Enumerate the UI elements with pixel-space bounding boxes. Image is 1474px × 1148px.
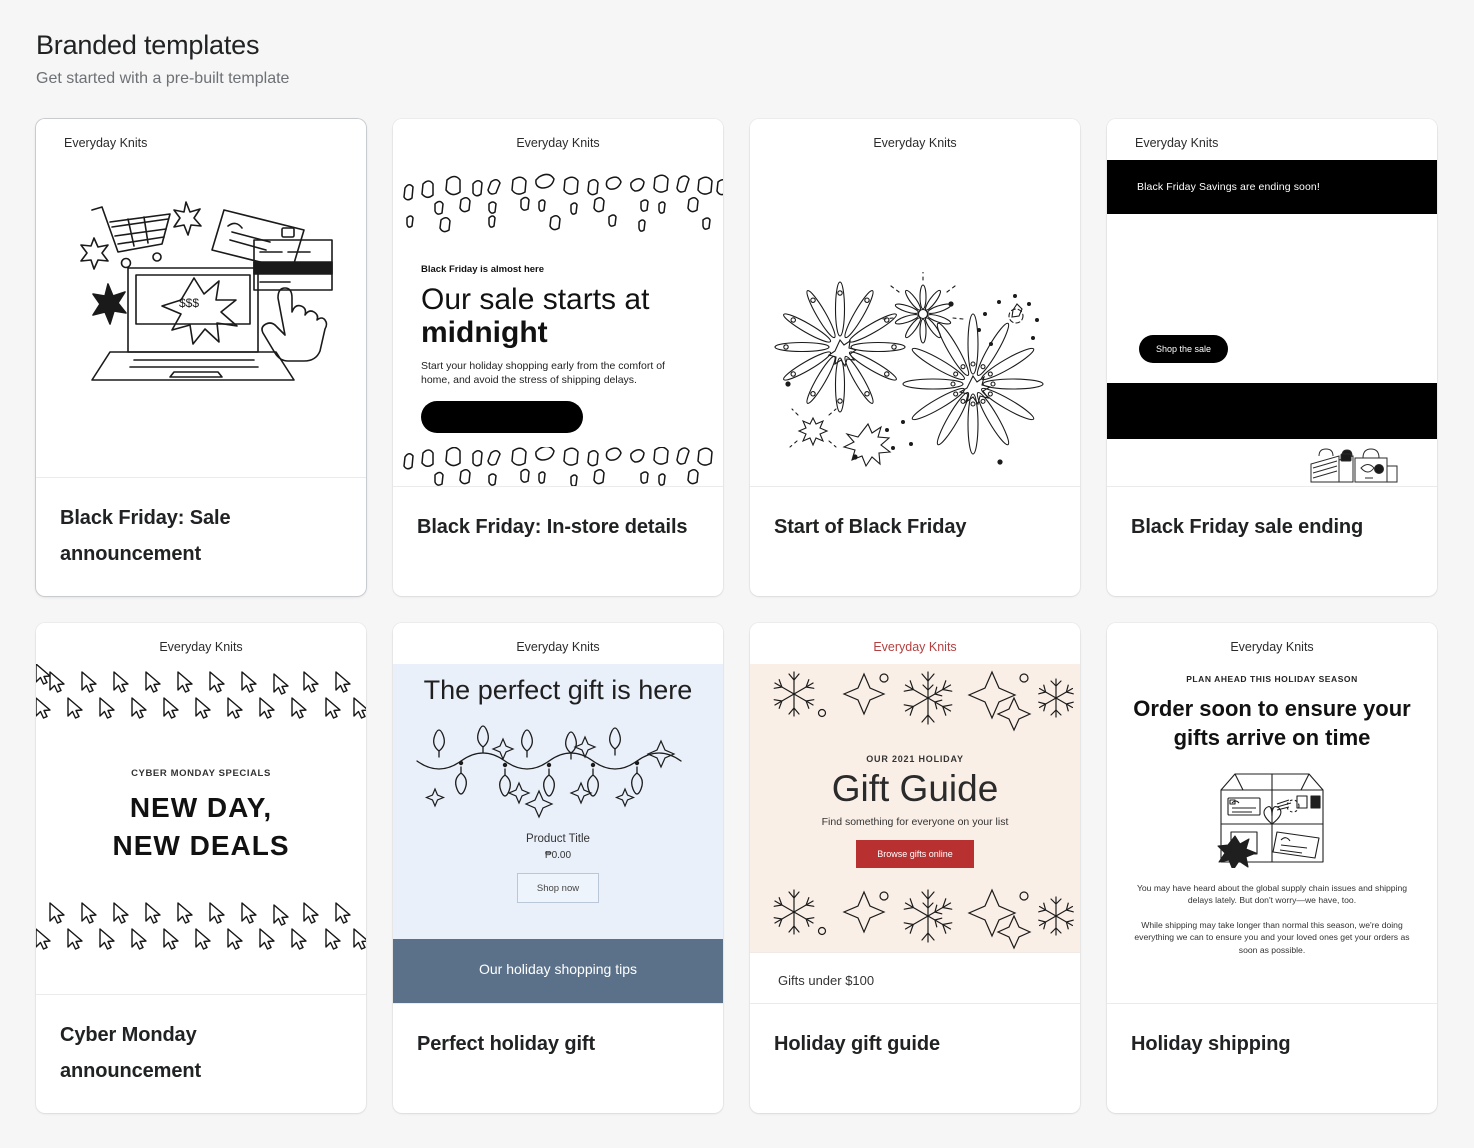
eyebrow-text: CYBER MONDAY SPECIALS [131, 768, 271, 779]
card-body: Black Friday is almost here Our sale sta… [393, 248, 723, 433]
card-title: Cyber Monday announcement [60, 1024, 202, 1082]
cta-wrapper: Shop the sale [1107, 335, 1437, 364]
cursor-arrow-border-bottom [36, 895, 366, 965]
shop-now-button[interactable]: Shop now [517, 873, 599, 903]
headline: NEW DAY, NEW DEALS [36, 789, 366, 865]
brand-name: Everyday Knits [159, 640, 243, 654]
shopping-bags-illustration [1107, 439, 1437, 486]
snowflakes-border-top [750, 668, 1080, 734]
template-card-black-friday-in-store-details[interactable]: Everyday Knits Black Friday is almost he… [393, 119, 723, 596]
black-block [1107, 383, 1437, 440]
card-title: Black Friday sale ending [1131, 516, 1364, 538]
headline: Order soon to ensure your gifts arrive o… [1133, 696, 1411, 750]
laptop-shopping-illustration: $$$ [36, 160, 366, 477]
headline-line-1: Our sale starts at [421, 283, 650, 316]
cta-button[interactable] [421, 401, 583, 433]
template-card-holiday-gift-guide[interactable]: Everyday Knits OUR 2021 HOLIDAY Gift Gui… [750, 623, 1080, 1113]
card-footer: Holiday gift guide [750, 1003, 1080, 1113]
template-preview: Everyday Knits [750, 623, 1080, 1003]
card-title: Start of Black Friday [774, 516, 967, 538]
template-card-holiday-shipping[interactable]: Everyday Knits PLAN AHEAD THIS HOLIDAY S… [1107, 623, 1437, 1113]
card-footer: Black Friday: In-store details [393, 486, 723, 596]
template-preview: Everyday Knits [36, 623, 366, 994]
spacer [1107, 213, 1437, 336]
card-title: Holiday shipping [1131, 1033, 1291, 1055]
headline: The perfect gift is here [423, 675, 693, 705]
headline-line-1: NEW DAY, [129, 792, 273, 823]
subheading: Find something for everyone on your list [821, 816, 1009, 828]
template-preview: Everyday Knits [750, 119, 1080, 486]
card-footer: Black Friday: Sale announcement [36, 477, 366, 596]
brand-name: Everyday Knits [873, 640, 957, 654]
fireworks-illustration [750, 160, 1080, 486]
template-card-cyber-monday-announcement[interactable]: Everyday Knits CYBER MONDAY SPECIALS NEW… [36, 623, 366, 1113]
template-card-black-friday-sale-announcement[interactable]: Everyday Knits $$$ Black Friday: Sale an… [36, 119, 366, 596]
page-subtitle: Get started with a pre-built template [36, 70, 290, 87]
headline-line-2: NEW DEALS [112, 830, 290, 861]
body-text-1: You may have heard about the global supp… [1136, 883, 1408, 906]
card-footer: Perfect holiday gift [393, 1003, 723, 1113]
page-header: Branded templates Get started with a pre… [36, 28, 1438, 90]
section-label: Gifts under $100 [750, 952, 1080, 1003]
card-footer: Holiday shipping [1107, 1003, 1437, 1113]
snowflakes-border-bottom [750, 886, 1080, 952]
brand-name: Everyday Knits [1135, 136, 1219, 150]
template-preview: Everyday Knits [36, 119, 366, 477]
card-title: Holiday gift guide [774, 1033, 940, 1055]
gift-panel: The perfect gift is here Product Title ₱… [393, 664, 723, 939]
body-text: Start your holiday shopping early from t… [421, 360, 665, 386]
card-title: Black Friday: Sale announcement [60, 507, 231, 565]
template-card-perfect-holiday-gift[interactable]: Everyday Knits The perfect gift is here [393, 623, 723, 1113]
headline: Gift Guide [831, 768, 999, 809]
template-preview: Everyday Knits Black Friday Savings are … [1107, 119, 1437, 486]
eyebrow-text: PLAN AHEAD THIS HOLIDAY SEASON [1186, 674, 1358, 684]
headline-line-2: midnight [421, 316, 548, 349]
brand-name: Everyday Knits [64, 136, 148, 150]
product-price: ₱0.00 [544, 850, 572, 861]
headline: Our sale starts at midnight [421, 283, 695, 349]
template-preview: Everyday Knits [393, 119, 723, 486]
card-title: Perfect holiday gift [417, 1033, 596, 1055]
gift-guide-panel: OUR 2021 HOLIDAY Gift Guide Find somethi… [750, 664, 1080, 952]
cursor-arrow-border-top [36, 664, 366, 734]
card-footer: Cyber Monday announcement [36, 994, 366, 1113]
brand-name: Everyday Knits [1230, 640, 1314, 654]
card-footer: Black Friday sale ending [1107, 486, 1437, 596]
template-preview: Everyday Knits The perfect gift is here [393, 623, 723, 1003]
card-footer: Start of Black Friday [750, 486, 1080, 596]
confetti-border-top [393, 160, 723, 248]
product-title: Product Title [526, 833, 590, 845]
shop-the-sale-button[interactable]: Shop the sale [1139, 335, 1229, 364]
templates-page: Branded templates Get started with a pre… [0, 0, 1474, 1113]
browse-gifts-button[interactable]: Browse gifts online [856, 840, 974, 868]
parcel-box-illustration [1107, 766, 1437, 868]
svg-text:$$$: $$$ [179, 296, 199, 310]
holiday-tips-banner: Our holiday shopping tips [393, 939, 723, 1003]
eyebrow-text: Black Friday is almost here [421, 264, 545, 275]
promo-banner: Black Friday Savings are ending soon! [1107, 160, 1437, 214]
string-lights-illustration [415, 713, 701, 825]
eyebrow-text: OUR 2021 HOLIDAY [866, 754, 964, 764]
card-title: Black Friday: In-store details [417, 516, 688, 538]
template-card-start-of-black-friday[interactable]: Everyday Knits Start of Black Friday [750, 119, 1080, 596]
confetti-border-bottom [393, 447, 723, 486]
page-title: Branded templates [36, 30, 260, 60]
template-card-black-friday-sale-ending[interactable]: Everyday Knits Black Friday Savings are … [1107, 119, 1437, 596]
brand-name: Everyday Knits [873, 136, 957, 150]
brand-name: Everyday Knits [516, 136, 600, 150]
template-grid: Everyday Knits $$$ Black Friday: Sale an… [36, 119, 1438, 1113]
template-preview: Everyday Knits PLAN AHEAD THIS HOLIDAY S… [1107, 623, 1437, 1003]
body-text-2: While shipping may take longer than norm… [1134, 919, 1410, 955]
brand-name: Everyday Knits [516, 640, 600, 654]
